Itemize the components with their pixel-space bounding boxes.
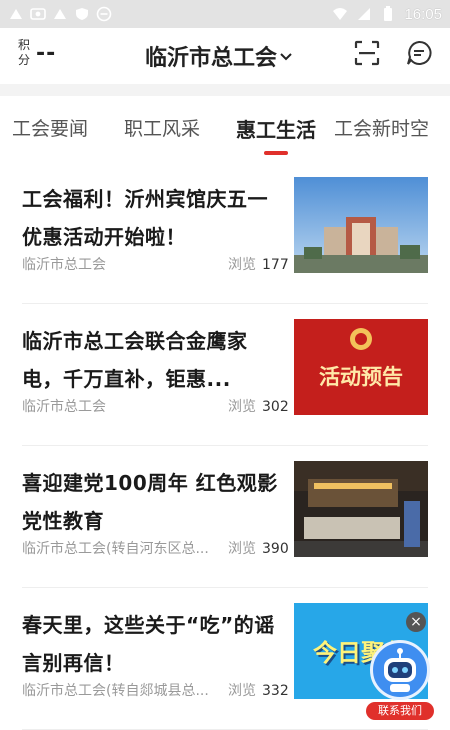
news-views: 浏览 332 xyxy=(228,680,289,700)
status-bar: 16:05 xyxy=(0,0,450,28)
tab-new-era[interactable]: 工会新时空 xyxy=(334,114,429,141)
robot-icon xyxy=(370,640,430,700)
tab-worker-style[interactable]: 职工风采 xyxy=(124,114,200,141)
news-source: 临沂市总工会 xyxy=(22,257,106,273)
views-label: 浏览 xyxy=(228,683,256,699)
float-close-button[interactable]: × xyxy=(406,612,426,632)
news-thumbnail: 活动预告 xyxy=(294,319,428,415)
views-count: 390 xyxy=(262,541,289,557)
views-count: 302 xyxy=(262,399,289,415)
notification-icon xyxy=(8,7,24,21)
views-label: 浏览 xyxy=(228,257,256,273)
contact-us-label: 联系我们 xyxy=(366,702,434,720)
message-button[interactable] xyxy=(404,40,434,70)
news-views: 浏览 390 xyxy=(228,538,289,558)
chat-bubble-icon xyxy=(406,40,432,70)
wifi-icon xyxy=(332,7,348,21)
points-value: -- xyxy=(36,40,57,66)
news-item[interactable]: 工会福利！沂州宾馆庆五一优惠活动开始啦！ 临沂市总工会 浏览 177 xyxy=(22,162,428,304)
news-views: 浏览 177 xyxy=(228,254,289,274)
header-divider xyxy=(0,84,450,96)
views-label: 浏览 xyxy=(228,399,256,415)
chevron-down-icon xyxy=(280,47,292,66)
thumbnail-caption: 活动预告 xyxy=(319,365,403,389)
shield-icon xyxy=(74,7,90,21)
news-title: 临沂市总工会联合金鹰家电，千万直补，钜惠... xyxy=(22,329,248,391)
news-item[interactable]: 喜迎建党100周年 红色观影党性教育 临沂市总工会(转自河东区总... 浏览 39… xyxy=(22,446,428,588)
news-title: 春天里，这些关于“吃”的谣言别再信！ xyxy=(22,613,275,675)
news-thumbnail xyxy=(294,177,428,273)
city-selector[interactable]: 临沂市总工会 xyxy=(145,40,292,72)
app-header: 积分 -- 临沂市总工会 xyxy=(0,28,450,84)
notification-icon xyxy=(52,7,68,21)
views-count: 177 xyxy=(262,257,289,273)
minus-circle-icon xyxy=(96,6,112,22)
news-thumbnail xyxy=(294,461,428,557)
views-count: 332 xyxy=(262,683,289,699)
views-label: 浏览 xyxy=(228,541,256,557)
category-tabs: 工会要闻 职工风采 惠工生活 工会新时空 xyxy=(0,96,450,162)
battery-icon xyxy=(380,6,396,21)
signal-icon xyxy=(356,7,372,21)
contact-us-float-button[interactable]: 联系我们 xyxy=(366,640,434,720)
news-source: 临沂市总工会(转自郯城县总... xyxy=(22,683,209,699)
active-tab-indicator xyxy=(264,151,288,155)
news-item[interactable]: 临沂市总工会联合金鹰家电，千万直补，钜惠... 临沂市总工会 浏览 302 活动预… xyxy=(22,304,428,446)
tab-union-news[interactable]: 工会要闻 xyxy=(12,114,88,141)
news-title: 工会福利！沂州宾馆庆五一优惠活动开始啦！ xyxy=(22,187,268,249)
news-views: 浏览 302 xyxy=(228,396,289,416)
news-source: 临沂市总工会(转自河东区总... xyxy=(22,541,209,557)
points-label: 积分 xyxy=(18,38,31,67)
city-name: 临沂市总工会 xyxy=(145,46,278,71)
scan-icon xyxy=(354,40,380,70)
scan-button[interactable] xyxy=(352,40,382,70)
news-source: 临沂市总工会 xyxy=(22,399,106,415)
points-display[interactable]: 积分 -- xyxy=(18,38,56,68)
image-icon xyxy=(30,7,46,21)
news-title: 喜迎建党100周年 红色观影党性教育 xyxy=(22,471,278,533)
status-time: 16:05 xyxy=(404,5,442,23)
tab-benefit-life[interactable]: 惠工生活 xyxy=(236,114,316,143)
